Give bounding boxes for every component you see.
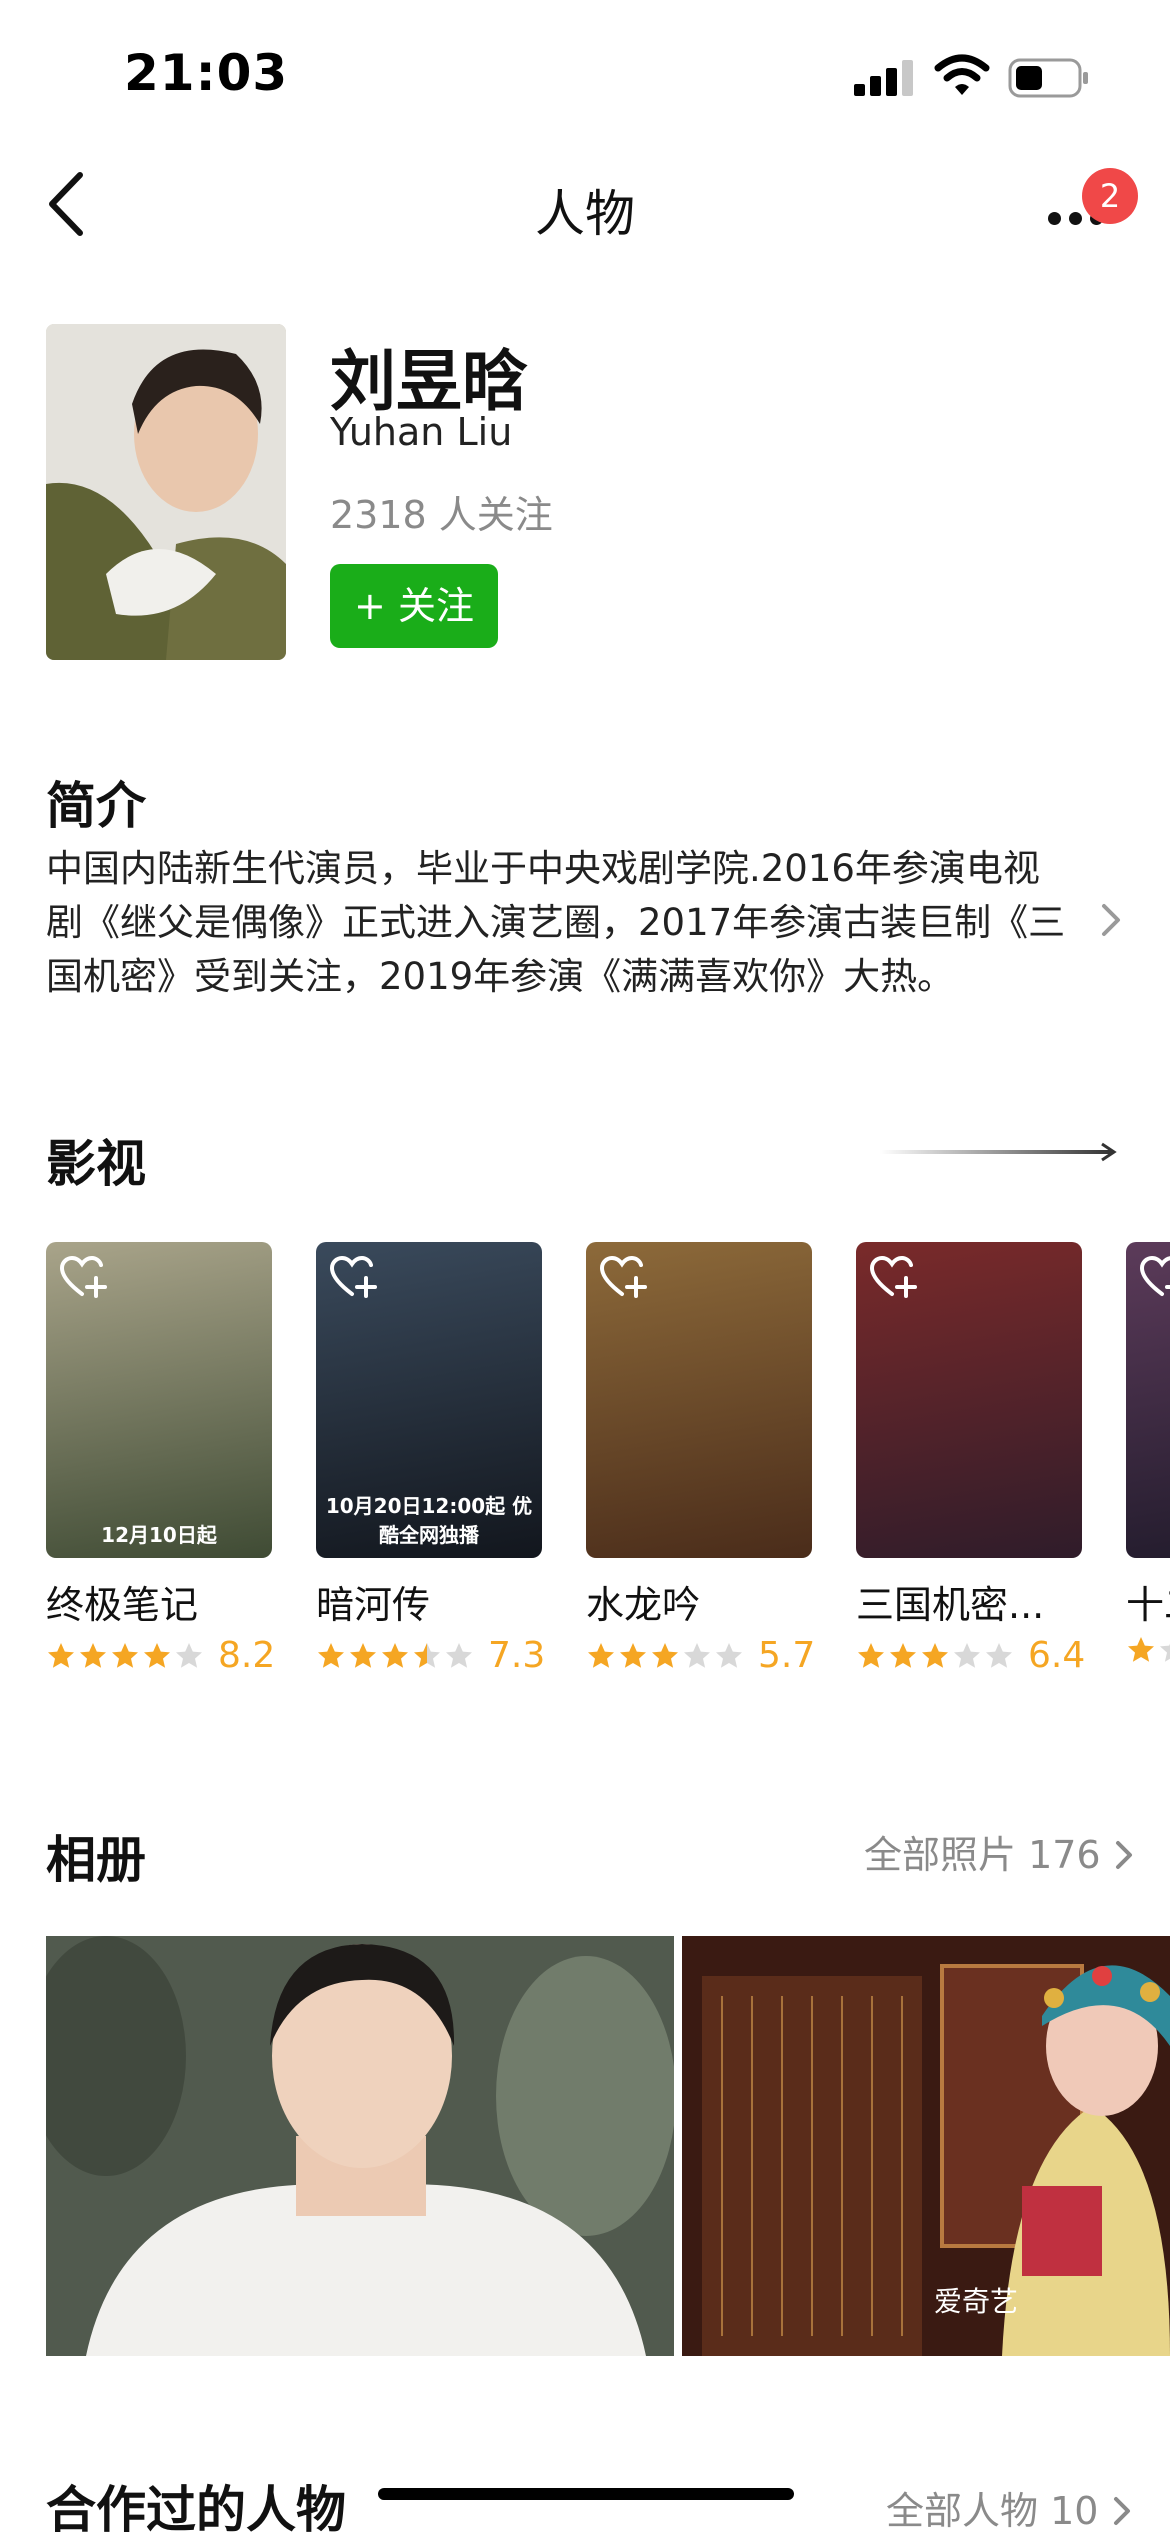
collaborators-see-all-label: 全部人物 10	[886, 2489, 1099, 2532]
add-favorite-heart-icon[interactable]	[58, 1254, 108, 1300]
film-poster[interactable]	[856, 1242, 1082, 1558]
status-bar: 21:03	[0, 0, 1170, 150]
collaborators-section-title: 合作过的人物	[46, 2481, 346, 2532]
nav-bar: 人物 2	[0, 150, 1170, 260]
star-icon	[684, 1642, 710, 1668]
film-card[interactable]: 十二	[1126, 1242, 1170, 1665]
album-see-all-label: 全部照片 176	[864, 1833, 1101, 1877]
film-title: 十二	[1126, 1583, 1170, 1627]
add-favorite-heart-icon[interactable]	[598, 1254, 648, 1300]
add-favorite-heart-icon[interactable]	[328, 1254, 378, 1300]
star-icon	[858, 1642, 884, 1668]
status-time: 21:03	[124, 44, 289, 102]
poster-caption: 12月10日起	[101, 1523, 217, 1547]
home-indicator[interactable]	[378, 2488, 794, 2500]
film-score: 7.3	[488, 1635, 546, 1676]
film-rating	[1126, 1635, 1170, 1665]
star-icon	[716, 1642, 742, 1668]
avatar[interactable]	[46, 324, 286, 660]
star-icon	[446, 1642, 472, 1668]
star-icon	[318, 1642, 344, 1668]
album-photo[interactable]: 爱奇艺	[682, 1936, 1170, 2356]
star-icon	[1128, 1637, 1154, 1662]
film-poster[interactable]	[586, 1242, 812, 1558]
film-rating: 5.7	[586, 1635, 816, 1676]
album-photo-image	[682, 1936, 1170, 2356]
star-icon	[588, 1642, 614, 1668]
portrait-image	[46, 324, 286, 660]
film-score: 6.4	[1028, 1635, 1086, 1676]
film-score: 8.2	[218, 1635, 276, 1676]
star-icon	[382, 1642, 408, 1668]
add-favorite-heart-icon[interactable]	[1138, 1254, 1170, 1300]
film-card[interactable]: 12月10日起终极笔记 8.2	[46, 1242, 276, 1676]
cellular-signal-icon	[854, 60, 916, 96]
film-title: 终极笔记	[46, 1583, 199, 1627]
follow-button[interactable]: + 关注	[330, 564, 498, 648]
film-card[interactable]: 三国机密... 6.4	[856, 1242, 1086, 1676]
album-photo[interactable]	[46, 1936, 674, 2356]
film-title: 水龙吟	[586, 1583, 701, 1627]
person-name-en: Yuhan Liu	[330, 410, 513, 454]
chevron-right-icon	[1115, 1841, 1132, 1869]
films-section-title: 影视	[46, 1135, 146, 1193]
star-icon	[48, 1642, 74, 1668]
intro-section-title: 简介	[46, 777, 146, 835]
star-icon	[986, 1642, 1012, 1668]
star-icon	[954, 1642, 980, 1668]
chevron-right-icon[interactable]	[1096, 900, 1126, 940]
film-rating: 6.4	[856, 1635, 1086, 1676]
star-icon	[176, 1642, 202, 1668]
film-rating: 7.3	[316, 1635, 546, 1676]
film-poster[interactable]: 12月10日起	[46, 1242, 272, 1558]
star-icon	[350, 1642, 376, 1668]
iqiyi-watermark: 爱奇艺	[934, 2285, 1019, 2318]
intro-text[interactable]: 中国内陆新生代演员，毕业于中央戏剧学院.2016年参演电视剧《继父是偶像》正式进…	[46, 842, 1076, 1004]
chevron-right-icon	[1113, 2497, 1130, 2525]
star-icon	[1160, 1643, 1170, 1662]
film-title: 三国机密...	[856, 1583, 1045, 1627]
films-carousel[interactable]: 12月10日起终极笔记 8.2 10月20日12:00起 优酷全网独播暗河传 7.3 水…	[0, 1242, 1170, 1682]
more-menu-button[interactable]: 2	[1040, 168, 1138, 244]
album-photo-image	[46, 1936, 674, 2356]
film-title: 暗河传	[316, 1583, 431, 1627]
star-icon	[620, 1642, 646, 1668]
star-icon	[890, 1642, 916, 1668]
wifi-icon	[934, 54, 990, 95]
album-section-title: 相册	[46, 1831, 146, 1889]
page-title: 人物	[535, 185, 635, 243]
album-see-all-link[interactable]: 全部照片 176	[864, 1824, 1135, 1879]
star-icon	[414, 1642, 440, 1668]
star-icon	[144, 1642, 170, 1668]
follower-count: 2318 人关注	[330, 493, 553, 537]
film-card[interactable]: 10月20日12:00起 优酷全网独播暗河传 7.3	[316, 1242, 546, 1676]
film-card[interactable]: 水龙吟 5.7	[586, 1242, 816, 1676]
star-icon	[652, 1642, 678, 1668]
star-icon	[112, 1642, 138, 1668]
collaborators-see-all-link[interactable]: 全部人物 10	[886, 2480, 1133, 2532]
battery-icon	[1008, 58, 1088, 98]
film-poster[interactable]	[1126, 1242, 1170, 1558]
star-icon	[80, 1642, 106, 1668]
poster-caption: 10月20日12:00起 优酷全网独播	[325, 1494, 533, 1547]
star-icon	[922, 1642, 948, 1668]
notification-badge: 2	[1082, 168, 1138, 224]
add-favorite-heart-icon[interactable]	[868, 1254, 918, 1300]
film-rating: 8.2	[46, 1635, 276, 1676]
scroll-arrow-icon	[880, 1142, 1117, 1162]
film-score: 5.7	[758, 1635, 816, 1676]
film-poster[interactable]: 10月20日12:00起 优酷全网独播	[316, 1242, 542, 1558]
